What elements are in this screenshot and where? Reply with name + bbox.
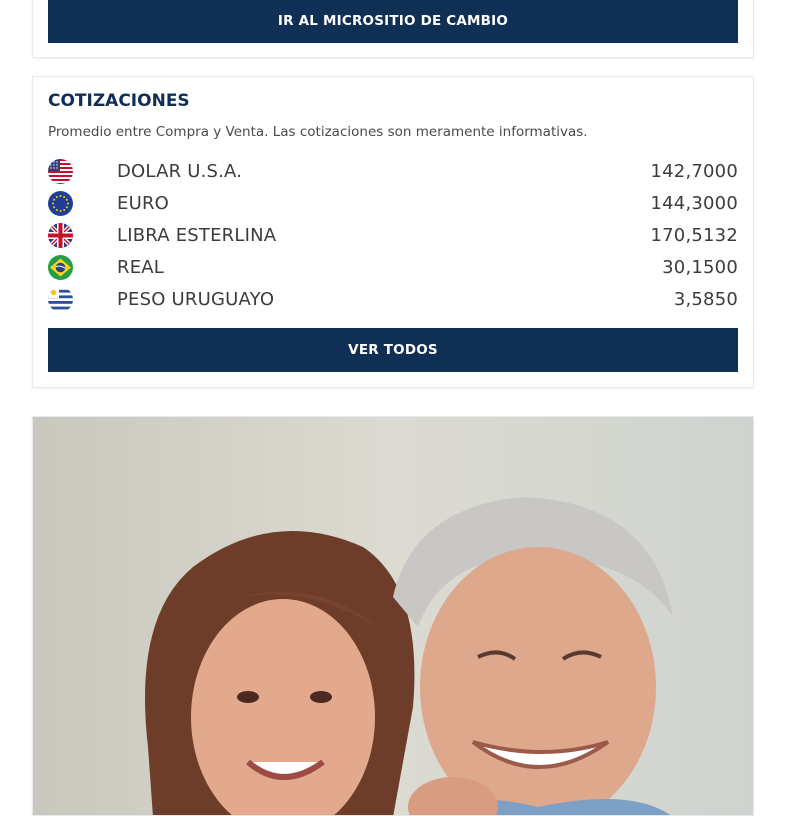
rate-row-gbp: LIBRA ESTERLINA 170,5132 — [48, 219, 738, 251]
rate-name: PESO URUGUAYO — [117, 288, 275, 310]
rate-name: REAL — [117, 256, 165, 278]
rate-value: 3,5850 — [673, 288, 738, 310]
rate-name: DOLAR U.S.A. — [117, 160, 243, 182]
rate-row-usd: DOLAR U.S.A. 142,7000 — [48, 155, 738, 187]
rate-row-brl: REAL 30,1500 — [48, 251, 738, 283]
promo-photo-card[interactable] — [32, 416, 754, 816]
rates-list: DOLAR U.S.A. 142,7000 EURO 144,3000 LIBR… — [48, 155, 738, 315]
uk-flag-icon — [48, 222, 73, 248]
eu-flag-icon — [48, 190, 73, 216]
microsite-button[interactable]: IR AL MICROSITIO DE CAMBIO — [48, 0, 738, 43]
brazil-flag-icon — [48, 254, 73, 280]
cotizaciones-title: COTIZACIONES — [48, 91, 190, 111]
microsite-card: IR AL MICROSITIO DE CAMBIO — [32, 0, 754, 58]
couple-photo — [33, 417, 753, 815]
rate-value: 170,5132 — [650, 224, 738, 246]
uruguay-flag-icon — [48, 286, 73, 312]
cotizaciones-card: COTIZACIONES Promedio entre Compra y Ven… — [32, 76, 754, 388]
cotizaciones-subtitle: Promedio entre Compra y Venta. Las cotiz… — [48, 124, 588, 140]
usa-flag-icon — [48, 158, 73, 184]
rate-row-uyu: PESO URUGUAYO 3,5850 — [48, 283, 738, 315]
rate-value: 144,3000 — [650, 192, 738, 214]
rate-row-eur: EURO 144,3000 — [48, 187, 738, 219]
rate-value: 142,7000 — [650, 160, 738, 182]
ver-todos-button[interactable]: VER TODOS — [48, 328, 738, 372]
rate-name: EURO — [117, 192, 170, 214]
rate-value: 30,1500 — [662, 256, 738, 278]
rate-name: LIBRA ESTERLINA — [117, 224, 277, 246]
